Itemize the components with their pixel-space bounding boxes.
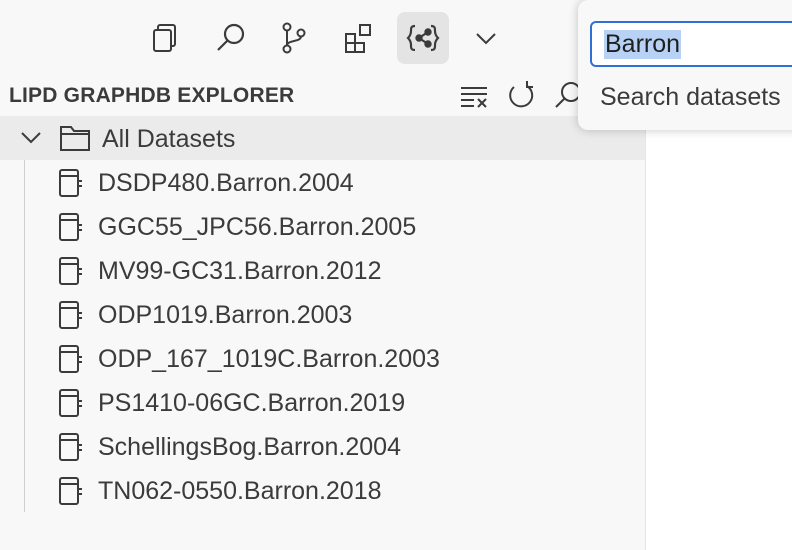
tree-item[interactable]: SchellingsBog.Barron.2004 [0,424,645,468]
tree-item[interactable]: GGC55_JPC56.Barron.2005 [0,204,645,248]
lipd-graph-button[interactable] [397,12,449,64]
extensions-button[interactable] [332,12,384,64]
explorer-icon [153,24,176,52]
activity-bar [0,0,645,76]
tree-item-label: GGC55_JPC56.Barron.2005 [98,213,417,241]
view-title: LIPD GRAPHDB EXPLORER [9,84,295,107]
tree-root-all-datasets[interactable]: All Datasets [0,116,645,160]
more-views-button[interactable] [460,12,512,64]
find-widget: Barron Search datasets [578,0,792,130]
tree-item-label: TN062-0550.Barron.2018 [98,477,382,505]
refresh-button[interactable] [503,78,539,114]
refresh-icon [509,81,534,108]
tree-item[interactable]: PS1410-06GC.Barron.2019 [0,380,645,424]
tree-item-label: SchellingsBog.Barron.2004 [98,433,401,461]
dataset-file-icon [59,169,82,197]
tree-item-label: ODP1019.Barron.2003 [98,301,353,329]
dataset-file-icon [59,433,82,461]
search-button[interactable] [205,12,257,64]
dataset-file-icon [59,477,82,505]
tree-item-label: DSDP480.Barron.2004 [98,169,354,197]
tree-item[interactable]: ODP_167_1019C.Barron.2003 [0,336,645,380]
source-control-button[interactable] [268,12,320,64]
clear-filter-button[interactable] [456,78,492,114]
lipd-graph-icon [406,24,440,52]
tree-item[interactable]: ODP1019.Barron.2003 [0,292,645,336]
more-chevron-icon [476,33,496,45]
source-control-icon [282,22,306,54]
tree-item-label: PS1410-06GC.Barron.2019 [98,389,406,417]
tree-item[interactable]: DSDP480.Barron.2004 [0,160,645,204]
tree-item[interactable]: MV99-GC31.Barron.2012 [0,248,645,292]
folder-icon [60,126,90,151]
dataset-file-icon [59,345,82,373]
dataset-file-icon [59,213,82,241]
tree-item[interactable]: TN062-0550.Barron.2018 [0,468,645,512]
extensions-icon [345,24,371,53]
clear-filter-icon [461,87,487,108]
sidebar: LIPD GRAPHDB EXPLORER All Datasets DSDP4… [0,0,646,550]
tree-item-label: ODP_167_1019C.Barron.2003 [98,345,440,373]
dataset-file-icon [59,301,82,329]
dataset-file-icon [59,389,82,417]
explorer-button[interactable] [140,12,192,64]
search-icon [217,23,245,51]
find-input[interactable]: Barron [590,21,792,67]
dataset-file-icon [59,257,82,285]
tree-root-label: All Datasets [102,125,236,153]
chevron-down-icon [21,132,41,144]
find-hint: Search datasets [600,83,781,111]
tree-item-label: MV99-GC31.Barron.2012 [98,257,382,285]
dataset-tree: All Datasets DSDP480.Barron.2004 GGC55_J… [0,116,645,512]
view-header: LIPD GRAPHDB EXPLORER [0,76,645,114]
find-input-value: Barron [604,29,682,59]
